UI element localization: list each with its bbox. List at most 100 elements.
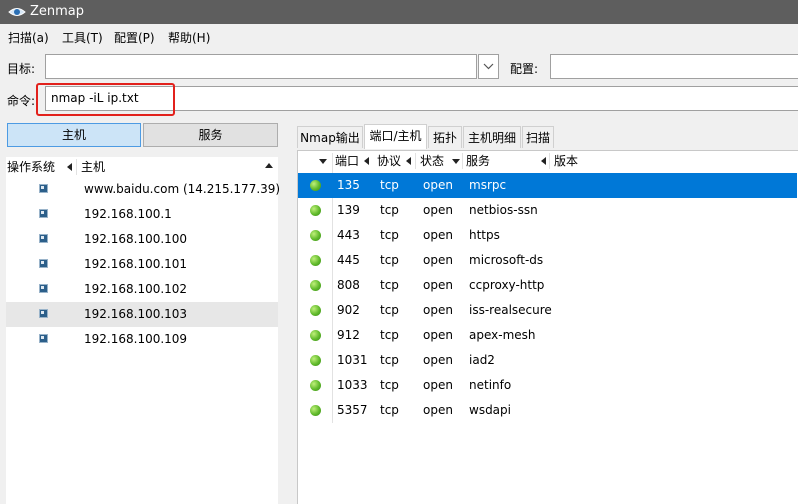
menu-profile[interactable]: 配置(P)	[114, 29, 155, 46]
os-unknown-icon	[39, 259, 48, 268]
host-row[interactable]: 192.168.100.100	[6, 227, 278, 252]
target-dropdown-button[interactable]	[478, 54, 499, 79]
cell-service: iss-realsecure	[469, 303, 552, 317]
port-row[interactable]: 1031 tcp open iad2	[298, 348, 797, 373]
host-list-panel: 操作系统 主机 www.baidu.com (14.215.177.39) 192…	[6, 157, 281, 504]
column-header-os[interactable]: 操作系统	[7, 157, 55, 177]
collapse-left-icon[interactable]	[364, 157, 369, 165]
sort-down-icon[interactable]	[452, 159, 460, 164]
cell-state: open	[423, 228, 453, 242]
services-button[interactable]: 服务	[143, 123, 278, 147]
os-unknown-icon	[39, 284, 48, 293]
collapse-left-icon[interactable]	[406, 157, 411, 165]
host-label: 192.168.100.103	[84, 307, 188, 321]
os-unknown-icon	[39, 334, 48, 343]
cell-protocol: tcp	[380, 253, 399, 267]
column-header-state[interactable]: 状态	[420, 151, 444, 171]
cell-port: 139	[337, 203, 360, 217]
profile-combo[interactable]	[550, 54, 798, 79]
menu-help[interactable]: 帮助(H)	[168, 29, 210, 46]
cell-protocol: tcp	[380, 353, 399, 367]
cell-protocol: tcp	[380, 378, 399, 392]
cell-protocol: tcp	[380, 203, 399, 217]
open-state-icon	[310, 355, 321, 366]
column-header-service[interactable]: 服务	[466, 151, 490, 171]
column-header-version[interactable]: 版本	[554, 151, 578, 171]
cell-protocol: tcp	[380, 228, 399, 242]
host-row[interactable]: 192.168.100.109	[6, 327, 278, 352]
port-row[interactable]: 139 tcp open netbios-ssn	[298, 198, 797, 223]
cell-state: open	[423, 353, 453, 367]
open-state-icon	[310, 330, 321, 341]
column-header-port[interactable]: 端口	[335, 151, 359, 171]
port-row[interactable]: 912 tcp open apex-mesh	[298, 323, 797, 348]
column-header-protocol[interactable]: 协议	[377, 151, 401, 171]
host-row[interactable]: 192.168.100.102	[6, 277, 278, 302]
cell-service: ccproxy-http	[469, 278, 545, 292]
host-label: www.baidu.com (14.215.177.39)	[84, 182, 281, 196]
port-row[interactable]: 808 tcp open ccproxy-http	[298, 273, 797, 298]
port-row[interactable]: 902 tcp open iss-realsecure	[298, 298, 797, 323]
cell-port: 902	[337, 303, 360, 317]
cell-port: 135	[337, 178, 360, 192]
port-row[interactable]: 5357 tcp open wsdapi	[298, 398, 797, 423]
os-unknown-icon	[39, 309, 48, 318]
host-row[interactable]: 192.168.100.101	[6, 252, 278, 277]
port-row[interactable]: 443 tcp open https	[298, 223, 797, 248]
cell-port: 443	[337, 228, 360, 242]
cell-service: microsoft-ds	[469, 253, 544, 267]
menu-scan[interactable]: 扫描(a)	[8, 29, 49, 46]
cell-service: netinfo	[469, 378, 512, 392]
chevron-down-icon	[483, 63, 494, 70]
column-header-host[interactable]: 主机	[81, 157, 105, 177]
hosts-button[interactable]: 主机	[7, 123, 141, 147]
profile-label: 配置:	[510, 62, 539, 76]
sort-up-icon[interactable]	[265, 163, 273, 169]
os-unknown-icon	[39, 209, 48, 218]
os-unknown-icon	[39, 234, 48, 243]
column-divider	[549, 153, 550, 169]
tab-ports-hosts[interactable]: 端口/主机	[364, 124, 427, 149]
column-divider	[415, 153, 416, 169]
host-row[interactable]: 192.168.100.103	[6, 302, 278, 327]
host-label: 192.168.100.102	[84, 282, 188, 296]
column-divider	[462, 153, 463, 169]
sort-down-icon[interactable]	[319, 159, 327, 164]
cell-port: 1031	[337, 353, 368, 367]
tab-host-details[interactable]: 主机明细	[463, 126, 521, 148]
collapse-left-icon[interactable]	[67, 163, 73, 171]
cell-port: 808	[337, 278, 360, 292]
title-bar[interactable]: Zenmap	[0, 0, 798, 24]
menu-bar: 扫描(a) 工具(T) 配置(P) 帮助(H)	[0, 26, 798, 46]
cell-protocol: tcp	[380, 178, 399, 192]
open-state-icon	[310, 230, 321, 241]
tab-topology[interactable]: 拓扑	[428, 126, 462, 148]
cell-state: open	[423, 278, 453, 292]
cell-protocol: tcp	[380, 328, 399, 342]
port-row[interactable]: 445 tcp open microsoft-ds	[298, 248, 797, 273]
cell-protocol: tcp	[380, 303, 399, 317]
cell-service: msrpc	[469, 178, 507, 192]
zenmap-eye-icon	[8, 8, 26, 16]
os-unknown-icon	[39, 184, 48, 193]
host-row[interactable]: 192.168.100.1	[6, 202, 278, 227]
host-label: 192.168.100.1	[84, 207, 172, 221]
tab-scans[interactable]: 扫描	[522, 126, 554, 148]
port-row[interactable]: 1033 tcp open netinfo	[298, 373, 797, 398]
tab-nmap-output[interactable]: Nmap输出	[297, 126, 363, 148]
column-divider	[76, 159, 77, 175]
open-state-icon	[310, 280, 321, 291]
open-state-icon	[310, 305, 321, 316]
cell-service: netbios-ssn	[469, 203, 538, 217]
cell-service: apex-mesh	[469, 328, 536, 342]
cell-service: wsdapi	[469, 403, 511, 417]
open-state-icon	[310, 380, 321, 391]
cell-protocol: tcp	[380, 278, 399, 292]
menu-tools[interactable]: 工具(T)	[62, 29, 103, 46]
port-row[interactable]: 135 tcp open msrpc	[298, 173, 797, 198]
cell-state: open	[423, 253, 453, 267]
host-row[interactable]: www.baidu.com (14.215.177.39)	[6, 177, 281, 202]
collapse-left-icon[interactable]	[541, 157, 546, 165]
target-input[interactable]	[45, 54, 477, 79]
open-state-icon	[310, 205, 321, 216]
